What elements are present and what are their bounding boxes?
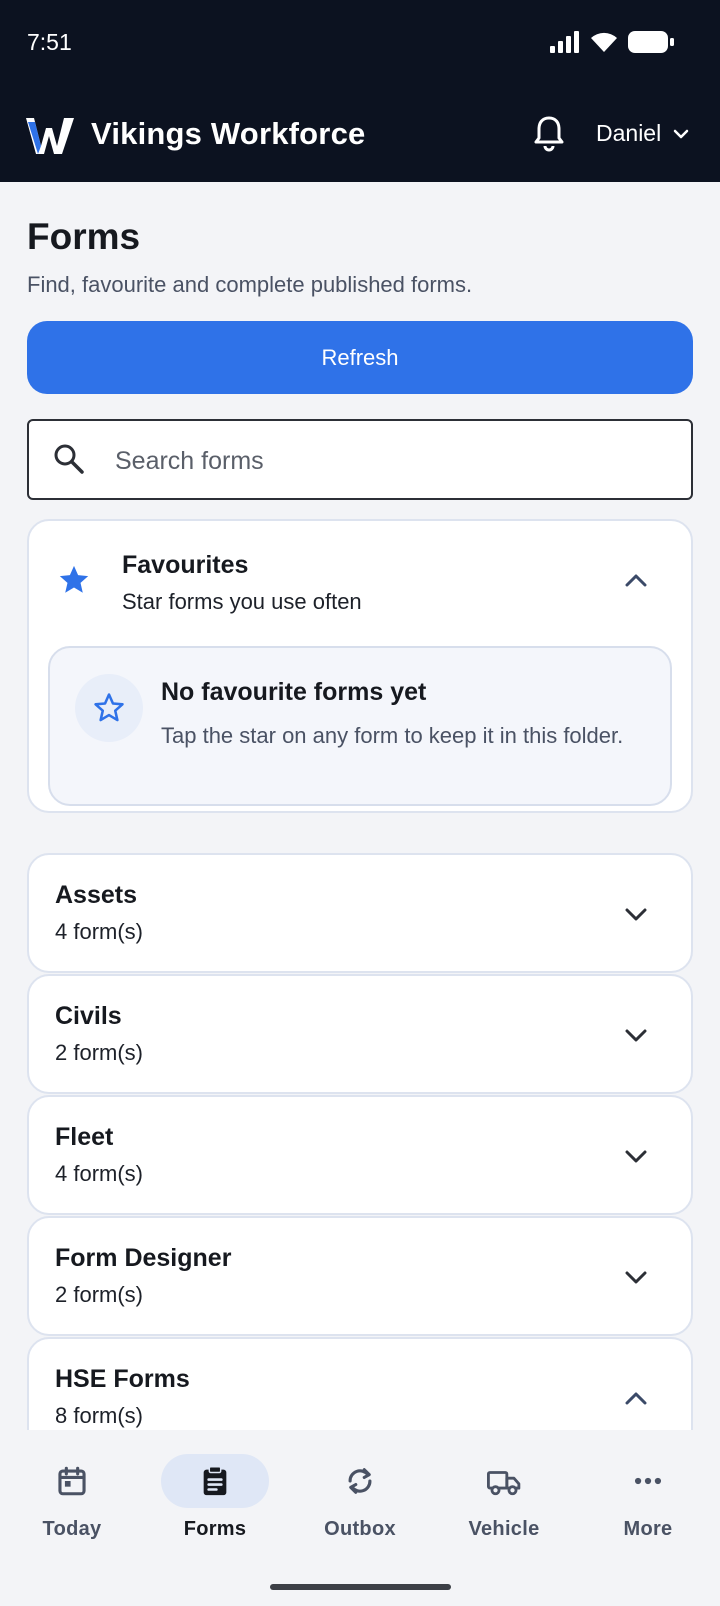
category-count: 2 form(s) xyxy=(55,1040,143,1065)
category-form-designer[interactable]: Form Designer 2 form(s) xyxy=(27,1216,693,1336)
user-name: Daniel xyxy=(596,120,662,146)
favourites-subtitle: Star forms you use often xyxy=(122,589,362,614)
nav-outbox-pill xyxy=(306,1454,414,1508)
category-fleet[interactable]: Fleet 4 form(s) xyxy=(27,1095,693,1215)
nav-more-pill xyxy=(594,1454,702,1508)
app-title: Vikings Workforce xyxy=(91,116,366,151)
nav-today-pill xyxy=(18,1454,126,1508)
empty-star-badge xyxy=(75,674,143,742)
page-subtitle: Find, favourite and complete published f… xyxy=(27,272,473,297)
empty-title: No favourite forms yet xyxy=(161,678,427,706)
category-assets[interactable]: Assets 4 form(s) xyxy=(27,853,693,973)
truck-icon xyxy=(487,1471,521,1496)
category-name: Fleet xyxy=(55,1123,114,1151)
empty-description: Tap the star on any form to keep it in t… xyxy=(161,723,624,748)
chevron-down-icon xyxy=(673,129,689,138)
battery-icon xyxy=(628,31,674,53)
sync-icon xyxy=(348,1468,372,1494)
bell-icon[interactable] xyxy=(532,114,566,152)
favourites-title: Favourites xyxy=(122,551,249,579)
category-hse-forms[interactable]: HSE Forms 8 form(s) xyxy=(27,1337,693,1430)
refresh-button[interactable]: Refresh xyxy=(27,321,693,394)
nav-label: Today xyxy=(42,1518,102,1540)
search-placeholder: Search forms xyxy=(115,447,264,475)
category-civils[interactable]: Civils 2 form(s) xyxy=(27,974,693,1094)
category-count: 4 form(s) xyxy=(55,1161,143,1186)
category-count: 4 form(s) xyxy=(55,919,143,944)
chevron-down-icon xyxy=(625,1271,647,1284)
page-title: Forms xyxy=(27,216,141,257)
category-name: Civils xyxy=(55,1002,122,1030)
nav-label: Outbox xyxy=(324,1518,396,1540)
nav-today[interactable]: Today xyxy=(12,1454,132,1541)
vikings-logo xyxy=(26,118,74,154)
user-menu[interactable]: Daniel xyxy=(596,120,689,147)
category-count: 2 form(s) xyxy=(55,1282,143,1307)
status-bar: 7:51 xyxy=(0,0,720,86)
nav-label: More xyxy=(623,1518,673,1540)
category-name: HSE Forms xyxy=(55,1365,190,1393)
chevron-down-icon xyxy=(625,1150,647,1163)
star-filled-icon xyxy=(59,565,89,593)
bottom-nav: Today Forms Outbox Vehicle More xyxy=(0,1430,720,1606)
nav-more[interactable]: More xyxy=(588,1454,708,1541)
nav-vehicle-pill xyxy=(450,1454,558,1508)
wifi-icon xyxy=(591,32,617,52)
chevron-down-icon xyxy=(625,908,647,921)
app-header: Vikings Workforce Daniel xyxy=(0,86,720,182)
clipboard-icon xyxy=(203,1466,227,1496)
category-name: Assets xyxy=(55,881,137,909)
category-name: Form Designer xyxy=(55,1244,232,1272)
chevron-up-icon xyxy=(625,1392,647,1405)
favourites-empty-state: No favourite forms yet Tap the star on a… xyxy=(48,646,672,806)
category-count: 8 form(s) xyxy=(55,1403,143,1428)
chevron-up-icon[interactable] xyxy=(625,573,647,587)
status-icons xyxy=(550,30,674,54)
nav-label: Forms xyxy=(183,1518,247,1540)
nav-vehicle[interactable]: Vehicle xyxy=(444,1454,564,1541)
star-outline-icon xyxy=(94,693,124,722)
search-input[interactable]: Search forms xyxy=(27,419,693,500)
forms-content: Forms Find, favourite and complete publi… xyxy=(0,182,720,1430)
nav-forms[interactable]: Forms xyxy=(155,1454,275,1541)
calendar-icon xyxy=(58,1466,86,1496)
favourites-section: Favourites Star forms you use often No f… xyxy=(27,519,693,813)
more-icon xyxy=(634,1477,662,1485)
home-indicator[interactable] xyxy=(270,1584,451,1590)
chevron-down-icon xyxy=(625,1029,647,1042)
nav-label: Vehicle xyxy=(468,1518,540,1540)
nav-outbox[interactable]: Outbox xyxy=(300,1454,420,1541)
status-time: 7:51 xyxy=(27,29,72,55)
search-icon xyxy=(54,444,84,474)
nav-forms-pill xyxy=(161,1454,269,1508)
signal-icon xyxy=(550,31,579,53)
